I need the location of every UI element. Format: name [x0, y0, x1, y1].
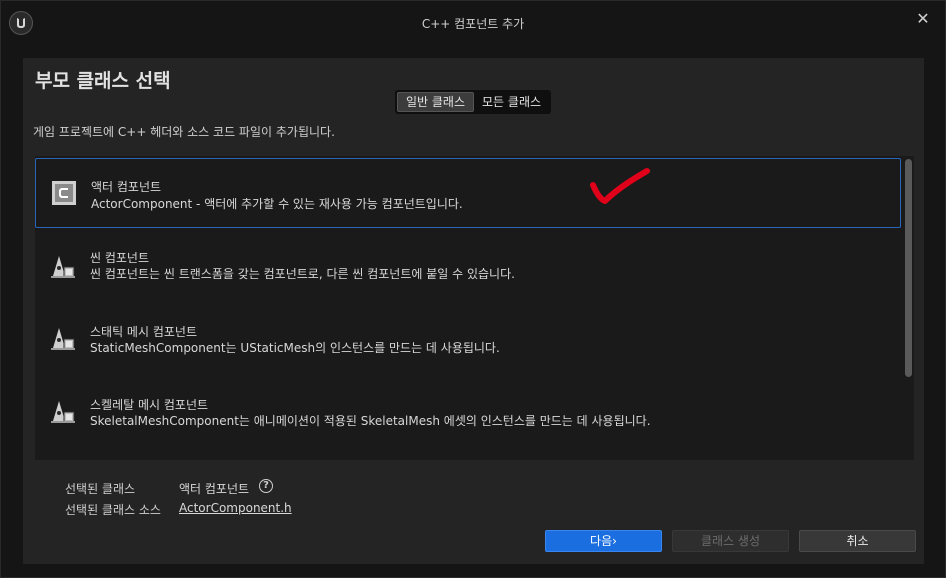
parent-class-panel: 부모 클래스 선택 일반 클래스 모든 클래스 게임 프로젝트에 C++ 헤더와… — [23, 58, 924, 564]
next-button-label: 다음 — [590, 534, 613, 548]
class-item-static-mesh-component[interactable]: 스태틱 메시 컴포넌트 StaticMeshComponent는 UStatic… — [35, 313, 901, 383]
skeletal-mesh-component-icon — [51, 401, 75, 423]
title-bar: C++ 컴포넌트 추가 ✕ — [1, 1, 945, 45]
checkmark-annotation-icon — [590, 168, 650, 204]
class-item-skeletal-mesh-component[interactable]: 스켈레탈 메시 컴포넌트 SkeletalMeshComponent는 애니메이… — [35, 386, 901, 456]
class-name: 액터 컴포넌트 — [91, 180, 162, 194]
description-text: 게임 프로젝트에 C++ 헤더와 소스 코드 파일이 추가됩니다. — [33, 125, 335, 139]
scene-component-icon — [51, 256, 75, 278]
selected-class-value: 액터 컴포넌트 — [179, 482, 250, 496]
class-item-scene-component[interactable]: 씬 컴포넌트 씬 컴포넌트는 씬 트랜스폼을 갖는 컴포넌트로, 다른 씬 컴포… — [35, 241, 901, 311]
class-name: 스켈레탈 메시 컴포넌트 — [90, 398, 209, 412]
window-title: C++ 컴포넌트 추가 — [421, 17, 525, 31]
class-filter-toggle: 일반 클래스 모든 클래스 — [395, 90, 552, 114]
all-classes-tab[interactable]: 모든 클래스 — [474, 92, 549, 112]
help-icon[interactable]: ? — [259, 479, 273, 493]
class-list: 액터 컴포넌트 ActorComponent - 액터에 추가할 수 있는 재사… — [35, 156, 914, 460]
common-classes-tab[interactable]: 일반 클래스 — [397, 92, 475, 112]
class-name: 씬 컴포넌트 — [90, 251, 150, 265]
page-title: 부모 클래스 선택 — [35, 70, 171, 92]
close-icon[interactable]: ✕ — [913, 9, 933, 29]
create-class-button[interactable]: 클래스 생성 — [672, 530, 789, 552]
class-description: StaticMeshComponent는 UStaticMesh의 인스턴스를 … — [90, 341, 500, 355]
next-button[interactable]: 다음› — [545, 530, 662, 552]
class-description: 씬 컴포넌트는 씬 트랜스폼을 갖는 컴포넌트로, 다른 씬 컴포넌트에 붙일 … — [90, 267, 515, 281]
cancel-button[interactable]: 취소 — [799, 530, 916, 552]
add-cpp-component-dialog: C++ 컴포넌트 추가 ✕ 부모 클래스 선택 일반 클래스 모든 클래스 게임… — [0, 0, 946, 578]
selected-class-label: 선택된 클래스 — [65, 482, 136, 496]
class-description: SkeletalMeshComponent는 애니메이션이 적용된 Skelet… — [90, 414, 651, 428]
selected-class-source-link[interactable]: ActorComponent.h — [179, 501, 292, 515]
chevron-right-icon: › — [612, 534, 617, 548]
static-mesh-component-icon — [51, 328, 75, 350]
selected-class-source-label: 선택된 클래스 소스 — [65, 503, 161, 517]
class-description: ActorComponent - 액터에 추가할 수 있는 재사용 가능 컴포넌… — [91, 197, 463, 211]
class-item-actor-component[interactable]: 액터 컴포넌트 ActorComponent - 액터에 추가할 수 있는 재사… — [35, 158, 901, 228]
class-name: 스태틱 메시 컴포넌트 — [90, 325, 197, 339]
class-c-icon — [52, 181, 76, 205]
scrollbar-thumb[interactable] — [905, 159, 912, 377]
